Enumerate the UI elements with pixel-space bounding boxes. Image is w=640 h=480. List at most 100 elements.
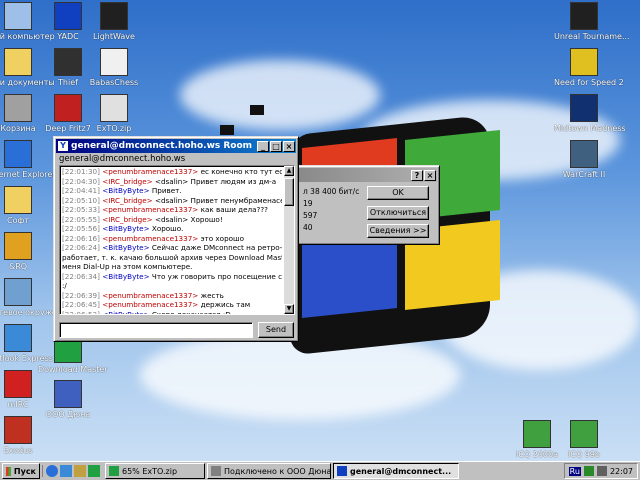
chat-message: [22:06:16] <penumbramenace1337> это хоро… bbox=[62, 234, 282, 244]
desktop-icon-internet-explorer[interactable]: Internet Explorer bbox=[0, 140, 56, 179]
message-nick[interactable]: <penumbramenace1337> bbox=[102, 167, 198, 176]
chat-message: [22:06:39] <penumbramenace1337> жесть bbox=[62, 291, 282, 301]
chat-message: [22:06:24] <BitByByte> Сейчас даже DMcon… bbox=[62, 243, 282, 253]
network-tray-icon[interactable] bbox=[583, 466, 594, 476]
desktop-icon-need-for-speed[interactable]: Need for Speed 2 bbox=[554, 48, 624, 87]
taskbar-task-dialup[interactable]: Подключено к ООО Дюна bbox=[207, 463, 331, 479]
channels-quicklaunch-icon[interactable] bbox=[88, 465, 100, 477]
yadc-icon bbox=[54, 2, 82, 30]
desktop-icon-dune[interactable]: ООО Дюна bbox=[38, 380, 98, 419]
midtown-madness-icon bbox=[570, 94, 598, 122]
connection-info-1: 19 bbox=[303, 199, 313, 208]
message-text: <dsalin> Привет людям из дм-а bbox=[154, 176, 277, 186]
chat-message: [22:04:30] <IRC_bridge> <dsalin> Привет … bbox=[62, 177, 282, 187]
window-title: general@dmconnect.hoho.ws Room bbox=[71, 141, 253, 151]
taskbar-task-label: general@dmconnect... bbox=[350, 466, 452, 476]
message-nick[interactable]: <penumbramenace1337> bbox=[102, 300, 198, 309]
message-input[interactable] bbox=[59, 322, 253, 338]
dune-icon bbox=[54, 380, 82, 408]
chat-message: [22:06:53] <BitByByte> Скоро докачается … bbox=[62, 310, 282, 315]
desktop-icon-rq[interactable]: &RQ bbox=[0, 232, 48, 271]
minimize-icon[interactable]: _ bbox=[257, 140, 269, 152]
internet-explorer-icon bbox=[4, 140, 32, 168]
desktop-icon-warcraft[interactable]: WarCraft II bbox=[554, 140, 614, 179]
quicklaunch bbox=[42, 465, 103, 477]
message-nick[interactable]: <BitByByte> bbox=[102, 224, 149, 233]
taskbar: Пуск 65% ExTO.zip Подключено к ООО Дюна ge… bbox=[0, 461, 640, 480]
message-nick[interactable]: <penumbramenace1337> bbox=[102, 234, 198, 243]
message-nick[interactable]: <BitByByte> bbox=[102, 272, 149, 281]
system-tray: Ru 22:07 bbox=[563, 463, 638, 479]
message-time: [22:06:39] bbox=[62, 290, 100, 300]
message-nick[interactable]: <IRC_bridge> bbox=[102, 177, 152, 186]
message-text: как ваши дела??? bbox=[200, 205, 268, 214]
scroll-up-icon[interactable]: ▲ bbox=[284, 166, 294, 176]
rq-icon bbox=[4, 232, 32, 260]
message-log[interactable]: [22:01:30] <penumbramenace1337> ес конеч… bbox=[59, 165, 295, 315]
taskbar-task-label: Подключено к ООО Дюна bbox=[224, 466, 331, 476]
disconnect-button[interactable]: Отключиться bbox=[367, 206, 429, 220]
message-nick[interactable]: <IRC_bridge> bbox=[102, 196, 152, 205]
desktop-icon-network[interactable]: Сетевое окружение bbox=[0, 278, 72, 317]
desktop-icon-folder[interactable]: Софт bbox=[0, 186, 48, 225]
desktop-icon-icq[interactable]: ICQ 99b bbox=[554, 420, 614, 459]
desktop-icon-unreal-tournament[interactable]: Unreal Tourname... bbox=[554, 2, 630, 41]
chat-titlebar[interactable]: Y general@dmconnect.hoho.ws Room _ □ × bbox=[56, 139, 296, 153]
ie-quicklaunch-icon[interactable] bbox=[46, 465, 58, 477]
clock[interactable]: 22:07 bbox=[610, 467, 633, 476]
zip-file-icon bbox=[100, 94, 128, 122]
close-icon[interactable]: × bbox=[283, 140, 295, 152]
desktop-icon-label: BabasChess bbox=[89, 78, 139, 87]
message-nick[interactable]: <penumbramenace1337> bbox=[102, 205, 198, 214]
desktop-quicklaunch-icon[interactable] bbox=[74, 465, 86, 477]
connection-info-2: 597 bbox=[303, 211, 318, 220]
message-nick[interactable]: <BitByByte> bbox=[102, 243, 149, 252]
desktop-icon-exodus[interactable]: Exodus bbox=[0, 416, 48, 455]
taskbar-task-download-master[interactable]: 65% ExTO.zip bbox=[105, 463, 205, 479]
scroll-down-icon[interactable]: ▼ bbox=[284, 304, 294, 314]
desktop-icon-label: Unreal Tourname... bbox=[554, 32, 630, 41]
message-text: меня Dial-Up на этом компьютере. bbox=[62, 262, 193, 271]
mirc-icon bbox=[4, 370, 32, 398]
message-text: <dsalin> Привет пенумбраменасе 1337 bbox=[154, 195, 282, 205]
start-button[interactable]: Пуск bbox=[2, 463, 40, 479]
message-nick[interactable]: <IRC_bridge> bbox=[102, 215, 152, 224]
babaschess-icon bbox=[100, 48, 128, 76]
message-nick[interactable]: <BitByByte> bbox=[102, 186, 149, 195]
desktop-icon-midtown-madness[interactable]: Midtown Madness bbox=[554, 94, 626, 133]
maximize-icon[interactable]: □ bbox=[270, 140, 282, 152]
message-time: [22:05:33] bbox=[62, 205, 100, 214]
volume-tray-icon[interactable] bbox=[596, 466, 607, 476]
scroll-thumb[interactable] bbox=[284, 178, 294, 206]
message-time: [22:05:56] bbox=[62, 224, 100, 233]
chat-message: [22:05:10] <IRC_bridge> <dsalin> Привет … bbox=[62, 196, 282, 206]
desktop-icon-zip-file[interactable]: ExTO.zip bbox=[84, 94, 144, 133]
desktop-icon-babaschess[interactable]: BabasChess bbox=[84, 48, 144, 87]
download-master-icon bbox=[109, 466, 119, 476]
language-indicator[interactable]: Ru bbox=[568, 466, 581, 476]
send-button[interactable]: Send bbox=[258, 322, 294, 338]
chat-message: :/ bbox=[62, 281, 282, 291]
taskbar-task-yadc[interactable]: general@dmconnect... bbox=[333, 463, 459, 479]
help-button[interactable]: ? bbox=[411, 169, 423, 181]
outlook-quicklaunch-icon[interactable] bbox=[60, 465, 72, 477]
scrollbar[interactable]: ▲ ▼ bbox=[284, 166, 294, 314]
message-text: ес конечно кто тут есть bbox=[200, 167, 282, 176]
message-time: [22:05:55] bbox=[62, 214, 100, 224]
details-button[interactable]: Сведения >> bbox=[367, 224, 429, 238]
message-time: [22:04:30] bbox=[62, 176, 100, 186]
icq-icon bbox=[570, 420, 598, 448]
ok-button[interactable]: OK bbox=[367, 186, 429, 200]
thief-icon bbox=[54, 48, 82, 76]
chat-message: [22:04:41] <BitByByte> Привет. bbox=[62, 186, 282, 196]
chat-message: меня Dial-Up на этом компьютере. bbox=[62, 262, 282, 272]
message-text: :/ bbox=[62, 281, 67, 290]
close-button[interactable]: × bbox=[424, 169, 436, 181]
windows-flag-icon bbox=[6, 466, 11, 476]
message-text: это хорошо bbox=[200, 233, 245, 243]
message-nick[interactable]: <penumbramenace1337> bbox=[102, 291, 198, 300]
message-time: [22:04:41] bbox=[62, 186, 100, 195]
message-nick[interactable]: <BitByByte> bbox=[102, 310, 149, 315]
connection-info-3: 40 bbox=[303, 223, 313, 232]
desktop-icon-lightwave[interactable]: LightWave bbox=[84, 2, 144, 41]
